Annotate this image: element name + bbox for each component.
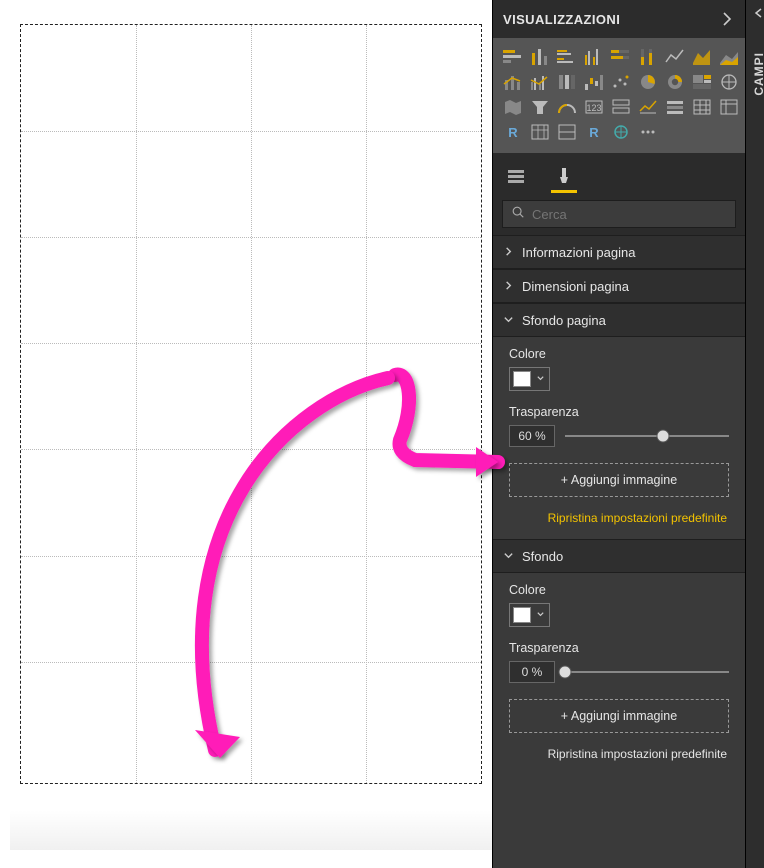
multi-row-card-icon[interactable] xyxy=(609,96,633,118)
line-chart-icon[interactable] xyxy=(663,46,687,68)
section-sfondo[interactable]: Sfondo xyxy=(493,539,745,573)
chevron-down-icon xyxy=(503,549,514,564)
section-title: Sfondo xyxy=(522,549,563,564)
more-visuals-icon[interactable] xyxy=(636,121,660,143)
section-dimensioni-pagina[interactable]: Dimensioni pagina xyxy=(493,269,745,303)
trasparenza-slider[interactable] xyxy=(565,426,729,446)
kpi-icon[interactable] xyxy=(636,96,660,118)
visualizations-gallery: 123 R R xyxy=(493,38,745,153)
clustered-bar-icon[interactable] xyxy=(555,46,579,68)
colore-label: Colore xyxy=(509,583,729,597)
section-title: Dimensioni pagina xyxy=(522,279,629,294)
line-stacked-column-icon[interactable] xyxy=(501,71,525,93)
section-title: Sfondo pagina xyxy=(522,313,606,328)
fields-panel-label: CAMPI xyxy=(752,52,764,96)
section-informazioni-pagina[interactable]: Informazioni pagina xyxy=(493,235,745,269)
treemap-icon[interactable] xyxy=(690,71,714,93)
r-visual-icon[interactable]: R xyxy=(501,121,525,143)
gauge-icon[interactable] xyxy=(555,96,579,118)
expand-icon[interactable] xyxy=(746,6,764,24)
visualizations-title: VISUALIZZAZIONI xyxy=(503,12,620,27)
clustered-column-icon[interactable] xyxy=(582,46,606,68)
funnel-icon[interactable] xyxy=(528,96,552,118)
visualizations-header[interactable]: VISUALIZZAZIONI xyxy=(493,0,745,38)
slicer-icon[interactable] xyxy=(663,96,687,118)
sfondo-pagina-body: Colore Trasparenza 60 % xyxy=(493,337,745,539)
donut-chart-icon[interactable] xyxy=(663,71,687,93)
arcgis-map-icon[interactable] xyxy=(609,121,633,143)
report-canvas-area xyxy=(0,0,492,868)
area-chart-icon[interactable] xyxy=(690,46,714,68)
visualizations-panel: VISUALIZZAZIONI xyxy=(492,0,745,868)
svg-text:123: 123 xyxy=(586,103,601,113)
format-tab[interactable] xyxy=(551,159,577,193)
fields-panel-collapsed[interactable]: CAMPI xyxy=(745,0,764,868)
stacked-column-icon[interactable] xyxy=(528,46,552,68)
stacked-bar-icon[interactable] xyxy=(501,46,525,68)
format-sections: Informazioni pagina Dimensioni pagina Sf… xyxy=(493,235,745,868)
color-swatch-icon xyxy=(513,607,531,623)
table-icon[interactable] xyxy=(690,96,714,118)
sfondo-body: Colore Trasparenza 0 % xyxy=(493,573,745,775)
app-root: VISUALIZZAZIONI xyxy=(0,0,764,868)
card-icon[interactable]: 123 xyxy=(582,96,606,118)
colore-picker[interactable] xyxy=(509,603,550,627)
report-page-canvas[interactable] xyxy=(20,24,482,784)
section-title: Informazioni pagina xyxy=(522,245,635,260)
hundred-stacked-bar-icon[interactable] xyxy=(609,46,633,68)
colore-picker[interactable] xyxy=(509,367,550,391)
chevron-down-icon xyxy=(503,313,514,328)
ribbon-chart-icon[interactable] xyxy=(555,71,579,93)
stacked-area-icon[interactable] xyxy=(717,46,741,68)
search-input[interactable] xyxy=(532,207,727,222)
svg-text:R: R xyxy=(589,125,599,140)
trasparenza-input[interactable]: 60 % xyxy=(509,425,555,447)
map-icon[interactable] xyxy=(717,71,741,93)
add-image-button[interactable]: + Aggiungi immagine xyxy=(509,699,729,733)
trasparenza-label: Trasparenza xyxy=(509,405,729,419)
pie-chart-icon[interactable] xyxy=(636,71,660,93)
waterfall-icon[interactable] xyxy=(582,71,606,93)
color-swatch-icon xyxy=(513,371,531,387)
add-image-button[interactable]: + Aggiungi immagine xyxy=(509,463,729,497)
py-visual-icon[interactable] xyxy=(528,121,552,143)
trasparenza-slider[interactable] xyxy=(565,662,729,682)
trasparenza-input[interactable]: 0 % xyxy=(509,661,555,683)
collapse-icon[interactable] xyxy=(719,11,735,27)
chevron-right-icon xyxy=(503,279,514,294)
canvas-shadow xyxy=(10,810,492,850)
chevron-right-icon xyxy=(503,245,514,260)
colore-label: Colore xyxy=(509,347,729,361)
chevron-down-icon xyxy=(531,372,549,386)
search-row xyxy=(493,193,745,235)
filled-map-icon[interactable] xyxy=(501,96,525,118)
search-icon xyxy=(511,205,532,224)
reset-defaults-link[interactable]: Ripristina impostazioni predefinite xyxy=(509,747,729,761)
chevron-down-icon xyxy=(531,608,549,622)
matrix-icon[interactable] xyxy=(717,96,741,118)
right-panels: VISUALIZZAZIONI xyxy=(492,0,764,868)
section-sfondo-pagina[interactable]: Sfondo pagina xyxy=(493,303,745,337)
scatter-chart-icon[interactable] xyxy=(609,71,633,93)
trasparenza-label: Trasparenza xyxy=(509,641,729,655)
svg-text:R: R xyxy=(508,125,518,140)
reset-defaults-link[interactable]: Ripristina impostazioni predefinite xyxy=(509,511,729,525)
key-influencers-icon[interactable] xyxy=(555,121,579,143)
pane-tabs xyxy=(493,153,745,193)
search-box[interactable] xyxy=(502,200,736,228)
decomposition-tree-icon[interactable]: R xyxy=(582,121,606,143)
fields-tab[interactable] xyxy=(503,159,529,193)
hundred-stacked-column-icon[interactable] xyxy=(636,46,660,68)
line-clustered-column-icon[interactable] xyxy=(528,71,552,93)
canvas-grid xyxy=(21,25,481,783)
